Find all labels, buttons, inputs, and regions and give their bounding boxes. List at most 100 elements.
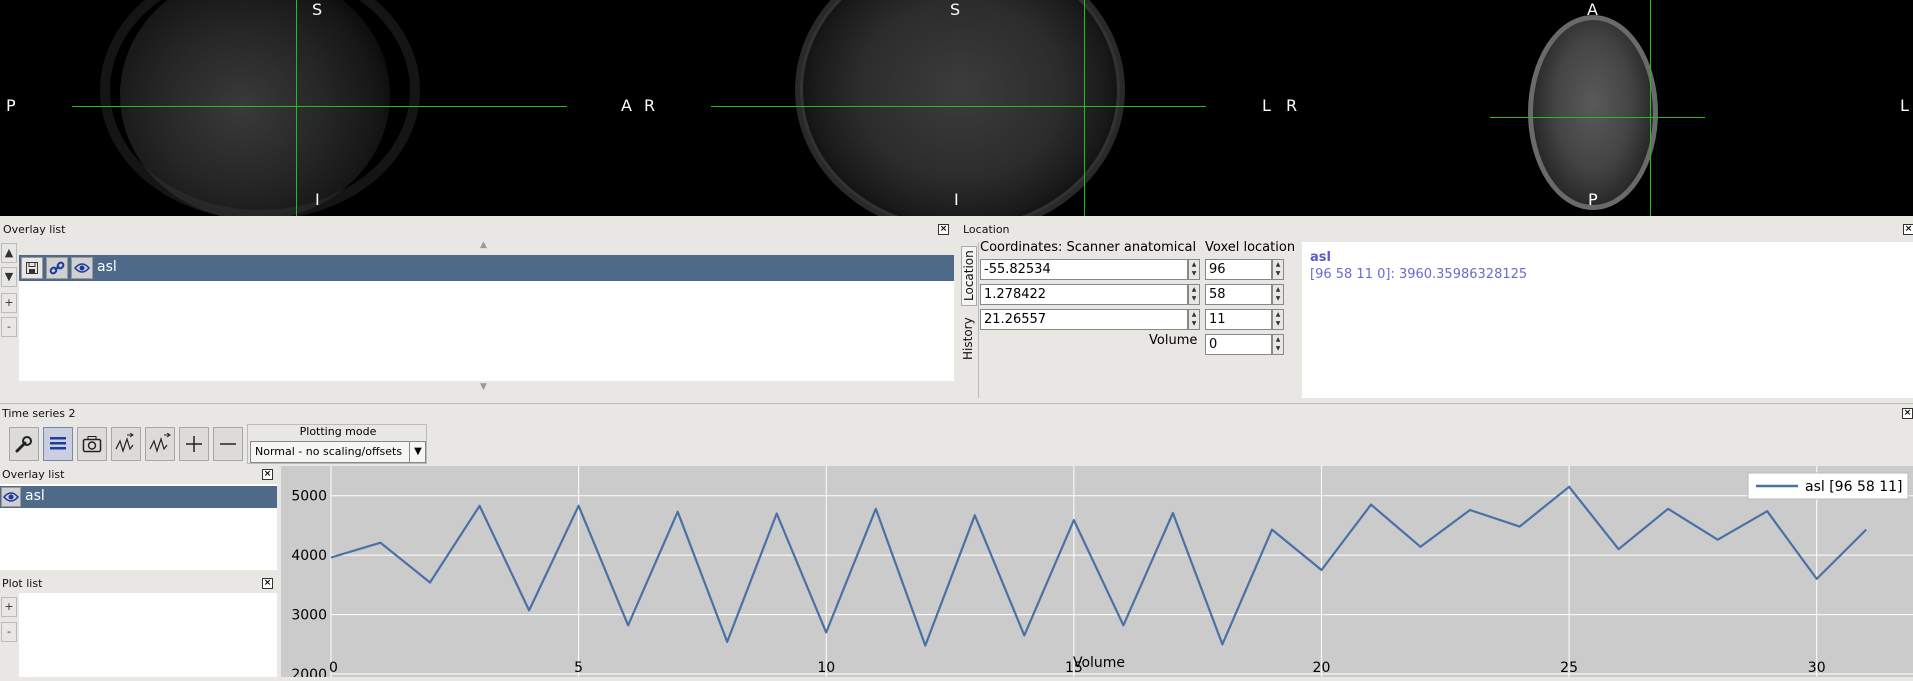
- axial-crosshair-vertical: [1650, 0, 1651, 216]
- y-tick-label: 3000: [291, 608, 327, 624]
- screenshot-button[interactable]: [77, 427, 107, 461]
- timeseries-chart[interactable]: 2000300040005000 0 5 10 15 20 25 30 Volume asl…: [281, 466, 1913, 681]
- overlay-name: asl: [97, 259, 117, 275]
- x-tick-label: 20: [1313, 660, 1331, 676]
- sagittal-crosshair-horizontal: [72, 106, 567, 107]
- save-icon[interactable]: [21, 257, 43, 279]
- x-tick-label: 5: [574, 660, 583, 676]
- plot-list-close-button[interactable]: ×: [262, 578, 273, 589]
- info-overlay-name: asl: [1310, 250, 1331, 265]
- timeseries-close-button[interactable]: ×: [1902, 408, 1913, 419]
- plotting-mode-value: Normal - no scaling/offsets: [255, 445, 403, 458]
- y-tick-label: 4000: [291, 548, 327, 564]
- axial-crosshair-horizontal: [1490, 117, 1705, 118]
- timeseries-header: Time series 2 ×: [0, 403, 1913, 423]
- import-plot-icon: [115, 433, 134, 453]
- coronal-slice-ring: [795, 0, 1125, 216]
- voxel-y-spinner[interactable]: ▲ ▼: [1272, 284, 1284, 305]
- eye-icon[interactable]: [1, 487, 21, 507]
- voxel-location-label: Voxel location: [1205, 240, 1296, 255]
- tab-location[interactable]: Location: [961, 246, 977, 306]
- plotting-mode-select[interactable]: Normal - no scaling/offsets ▼: [250, 441, 426, 463]
- voxel-x-field[interactable]: 96: [1205, 259, 1272, 280]
- move-up-button[interactable]: ▲: [1, 243, 17, 263]
- tab-history[interactable]: History: [961, 310, 977, 368]
- import-data-button[interactable]: [111, 427, 141, 461]
- coronal-crosshair-horizontal: [711, 106, 1206, 107]
- overlay-list-close-button[interactable]: ×: [938, 224, 949, 235]
- voxel-x-spinner[interactable]: ▲ ▼: [1272, 259, 1284, 280]
- voxel-y-field[interactable]: 58: [1205, 284, 1272, 305]
- ts-overlay-list-close-button[interactable]: ×: [262, 469, 273, 480]
- chart-grid: [330, 466, 1913, 677]
- coronal-label-left: R: [644, 96, 656, 115]
- volume-field[interactable]: 0: [1205, 334, 1272, 355]
- coord-y-spinner[interactable]: ▲ ▼: [1188, 284, 1200, 305]
- volume-label: Volume: [1149, 333, 1198, 348]
- plot-list-remove-button[interactable]: -: [1, 622, 17, 642]
- plot-list-box: [19, 593, 277, 677]
- location-close-button[interactable]: ×: [1903, 224, 1913, 235]
- remove-plot-button[interactable]: [213, 427, 243, 461]
- series-line: [330, 485, 1867, 647]
- coord-x-spinner[interactable]: ▲ ▼: [1188, 259, 1200, 280]
- voxel-z-spinner[interactable]: ▲ ▼: [1272, 309, 1284, 330]
- coord-z-field[interactable]: 21.26557: [980, 309, 1188, 330]
- export-data-button[interactable]: [145, 427, 175, 461]
- voxel-z-field[interactable]: 11: [1205, 309, 1272, 330]
- sagittal-crosshair-vertical: [296, 0, 297, 216]
- info-overlay-value: [96 58 11 0]: 3960.35986328125: [1310, 267, 1528, 282]
- export-plot-icon: [149, 433, 171, 453]
- y-tick-label: 5000: [291, 489, 327, 505]
- coronal-label-bottom: I: [954, 190, 959, 209]
- scroll-up-arrow-icon[interactable]: ▲: [480, 240, 487, 250]
- add-overlay-button[interactable]: +: [1, 293, 17, 313]
- plot-list-title: Plot list: [2, 577, 43, 590]
- add-plot-button[interactable]: [179, 427, 209, 461]
- volume-spinner[interactable]: ▲ ▼: [1272, 334, 1284, 355]
- location-panel: Location × Location History Coordinates:…: [960, 220, 1913, 398]
- list-icon: [50, 437, 66, 450]
- settings-button[interactable]: [9, 427, 39, 461]
- coordinates-label: Coordinates: Scanner anatomical: [980, 240, 1197, 255]
- chart-series: [330, 485, 1867, 647]
- chevron-down-icon[interactable]: ▼: [409, 442, 426, 462]
- link-icon[interactable]: [46, 257, 68, 279]
- coord-y-field[interactable]: 1.278422: [980, 284, 1188, 305]
- legend-label: asl [96 58 11]: [1805, 479, 1902, 495]
- plot-list-add-button[interactable]: +: [1, 597, 17, 617]
- overlay-list-toggle-button[interactable]: [43, 427, 73, 461]
- coord-x-field[interactable]: -55.82534: [980, 259, 1188, 280]
- scroll-down-arrow-icon[interactable]: ▼: [480, 382, 487, 392]
- remove-overlay-button[interactable]: -: [1, 317, 17, 337]
- plus-icon: [186, 436, 202, 452]
- sagittal-label-left: P: [6, 96, 16, 115]
- ortho-view[interactable]: S I P A S I R L A P R L: [0, 0, 1913, 216]
- chart-legend: asl [96 58 11]: [1747, 472, 1909, 500]
- y-tick-label: 2000: [291, 667, 327, 677]
- axial-label-bottom: P: [1588, 190, 1598, 209]
- location-title: Location: [963, 223, 1010, 236]
- plot-list-panel: Plot list × + -: [0, 575, 277, 677]
- wrench-icon: [15, 436, 32, 453]
- move-down-button[interactable]: ▼: [1, 267, 17, 287]
- camera-icon: [82, 436, 102, 453]
- ts-overlay-name: asl: [25, 488, 45, 504]
- x-tick-label: 30: [1808, 660, 1826, 676]
- sagittal-label-right: A: [621, 96, 632, 115]
- coord-z-spinner[interactable]: ▲ ▼: [1188, 309, 1200, 330]
- axial-label-top: A: [1587, 0, 1598, 19]
- sagittal-label-bottom: I: [315, 190, 320, 209]
- x-axis-label: Volume: [1073, 655, 1125, 671]
- eye-icon[interactable]: [71, 257, 93, 279]
- overlay-list-panel: Overlay list × ▲ ▼ + - ▲ ▼ asl: [0, 220, 956, 398]
- timeseries-title: Time series 2: [2, 407, 76, 420]
- y-tick-labels: 2000 3000 4000 5000: [291, 489, 327, 681]
- plotting-mode-group: Plotting mode Normal - no scaling/offset…: [247, 424, 427, 464]
- x-tick-label: 25: [1560, 660, 1578, 676]
- timeseries-plot-area[interactable]: 2000 3000 4000 5000 0 5 10 15 20 25 30 Volume asl…: [281, 466, 1913, 681]
- overlay-list-item[interactable]: asl: [19, 255, 954, 281]
- ts-overlay-list-item[interactable]: asl: [0, 486, 277, 508]
- coronal-label-top: S: [950, 0, 961, 19]
- x-tick-label: 10: [817, 660, 835, 676]
